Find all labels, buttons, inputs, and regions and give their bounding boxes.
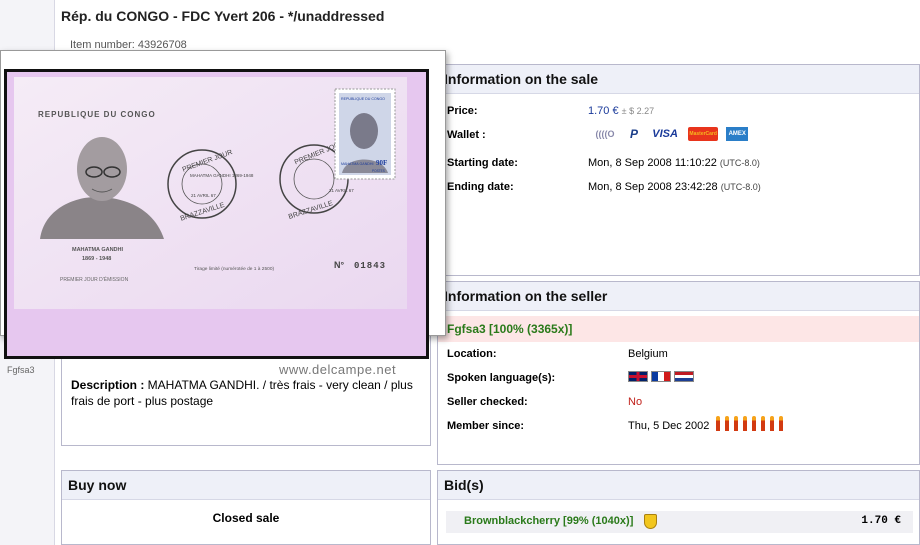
visa-icon: VISA: [652, 128, 678, 140]
svg-text:REPUBLIQUE DU CONGO: REPUBLIQUE DU CONGO: [341, 97, 385, 101]
seller-info-heading: Information on the seller: [438, 282, 919, 311]
price-euro: 1.70 €: [588, 105, 619, 117]
image-preview-popup[interactable]: REPUBLIQUE DU CONGO MAHATMA GANDHI 1869 …: [0, 50, 446, 377]
seller-checked-value: No: [628, 396, 643, 408]
cover-country: REPUBLIQUE DU CONGO: [38, 110, 156, 119]
price-label: Price:: [447, 105, 478, 117]
language-flags: [628, 370, 697, 382]
svg-text:21 AVRIL 67: 21 AVRIL 67: [329, 188, 354, 193]
bidder-name-link[interactable]: Brownblackcherry [99% (1040x)]: [464, 515, 633, 527]
cover-number: 01843: [354, 261, 386, 271]
amex-icon: AMEX: [726, 127, 749, 141]
price-usd: ± $ 2.27: [621, 106, 655, 116]
fdc-cover-image: REPUBLIQUE DU CONGO MAHATMA GANDHI 1869 …: [4, 69, 429, 359]
paypal-icon: P: [630, 127, 639, 141]
bid-amount: 1.70 €: [861, 515, 901, 527]
rating-flame-icon: [743, 416, 747, 431]
closed-sale-status: Closed sale: [212, 511, 280, 525]
netherlands-flag-icon: [674, 370, 694, 382]
description-text: Description : MAHATMA GANDHI. / très fra…: [71, 377, 426, 409]
bid-row: Brownblackcherry [99% (1040x)] 1.70 €: [446, 511, 913, 533]
seller-name-link[interactable]: Fgfsa3 [100% (3365x)]: [438, 316, 919, 342]
buy-now-panel: Buy now Closed sale: [61, 470, 431, 545]
moneybookers-icon: ((((O: [595, 129, 615, 139]
starting-date-timezone: (UTC-8.0): [719, 158, 760, 168]
svg-text:POSTES: POSTES: [372, 169, 385, 173]
location-label: Location:: [447, 348, 497, 360]
wallet-icons: ((((O P VISA MasterCard AMEX: [592, 127, 753, 141]
shield-icon: [644, 514, 657, 529]
starting-date-text: Mon, 8 Sep 2008 11:10:22: [588, 157, 717, 169]
bids-heading: Bid(s): [438, 471, 919, 500]
seller-checked-label: Seller checked:: [447, 396, 528, 408]
portrait-years: 1869 - 1948: [82, 256, 111, 262]
location-value: Belgium: [628, 348, 668, 360]
buy-now-heading: Buy now: [62, 471, 430, 500]
price-value: 1.70 € ± $ 2.27: [588, 105, 654, 117]
starting-date-value: Mon, 8 Sep 2008 11:10:22 (UTC-8.0): [588, 157, 760, 169]
description-label: Description :: [71, 378, 145, 392]
page-title: Rép. du CONGO - FDC Yvert 206 - */unaddr…: [61, 8, 385, 24]
rating-flame-icon: [770, 416, 774, 431]
popup-seller-tag: Fgfsa3: [7, 365, 35, 375]
languages-label: Spoken language(s):: [447, 372, 556, 384]
ending-date-text: Mon, 8 Sep 2008 23:42:28: [588, 181, 718, 193]
portrait-name: MAHATMA GANDHI: [72, 247, 123, 253]
svg-text:MAHATMA GANDHI: MAHATMA GANDHI: [341, 162, 373, 166]
rating-flame-icon: [716, 416, 720, 431]
uk-flag-icon: [628, 370, 648, 382]
wallet-label: Wallet :: [447, 129, 486, 141]
ending-date-label: Ending date:: [447, 181, 514, 193]
cover-number-label: N°: [334, 260, 344, 270]
first-day-issue: PREMIER JOUR D'ÉMISSION: [60, 276, 129, 283]
sale-info-heading: Information on the sale: [438, 65, 919, 94]
ending-date-timezone: (UTC-8.0): [720, 182, 761, 192]
mastercard-icon: MasterCard: [688, 127, 719, 141]
limited-edition-note: Tirage limité (numérotée de 1 à 2500): [194, 266, 274, 272]
rating-flame-icon: [734, 416, 738, 431]
svg-text:90F: 90F: [376, 159, 387, 167]
ending-date-value: Mon, 8 Sep 2008 23:42:28 (UTC-8.0): [588, 181, 761, 193]
rating-flame-icon: [725, 416, 729, 431]
rating-flame-icon: [779, 416, 783, 431]
bids-panel: Bid(s) Brownblackcherry [99% (1040x)] 1.…: [437, 470, 920, 545]
svg-text:MAHATMA GANDHI 1869-1948: MAHATMA GANDHI 1869-1948: [190, 173, 254, 178]
sale-info-panel: Information on the sale Price: 1.70 € ± …: [437, 64, 920, 276]
member-since-value: Thu, 5 Dec 2002: [628, 420, 710, 432]
france-flag-icon: [651, 370, 671, 382]
starting-date-label: Starting date:: [447, 157, 518, 169]
postage-stamp: REPUBLIQUE DU CONGO MAHATMA GANDHI 90F P…: [334, 88, 396, 180]
rating-icons: [716, 416, 788, 436]
rating-flame-icon: [752, 416, 756, 431]
rating-flame-icon: [761, 416, 765, 431]
seller-info-panel: Information on the seller Fgfsa3 [100% (…: [437, 281, 920, 465]
delcampe-watermark: www.delcampe.net: [279, 362, 397, 377]
svg-text:21 AVRIL 67: 21 AVRIL 67: [191, 193, 216, 198]
member-since-label: Member since:: [447, 420, 525, 432]
